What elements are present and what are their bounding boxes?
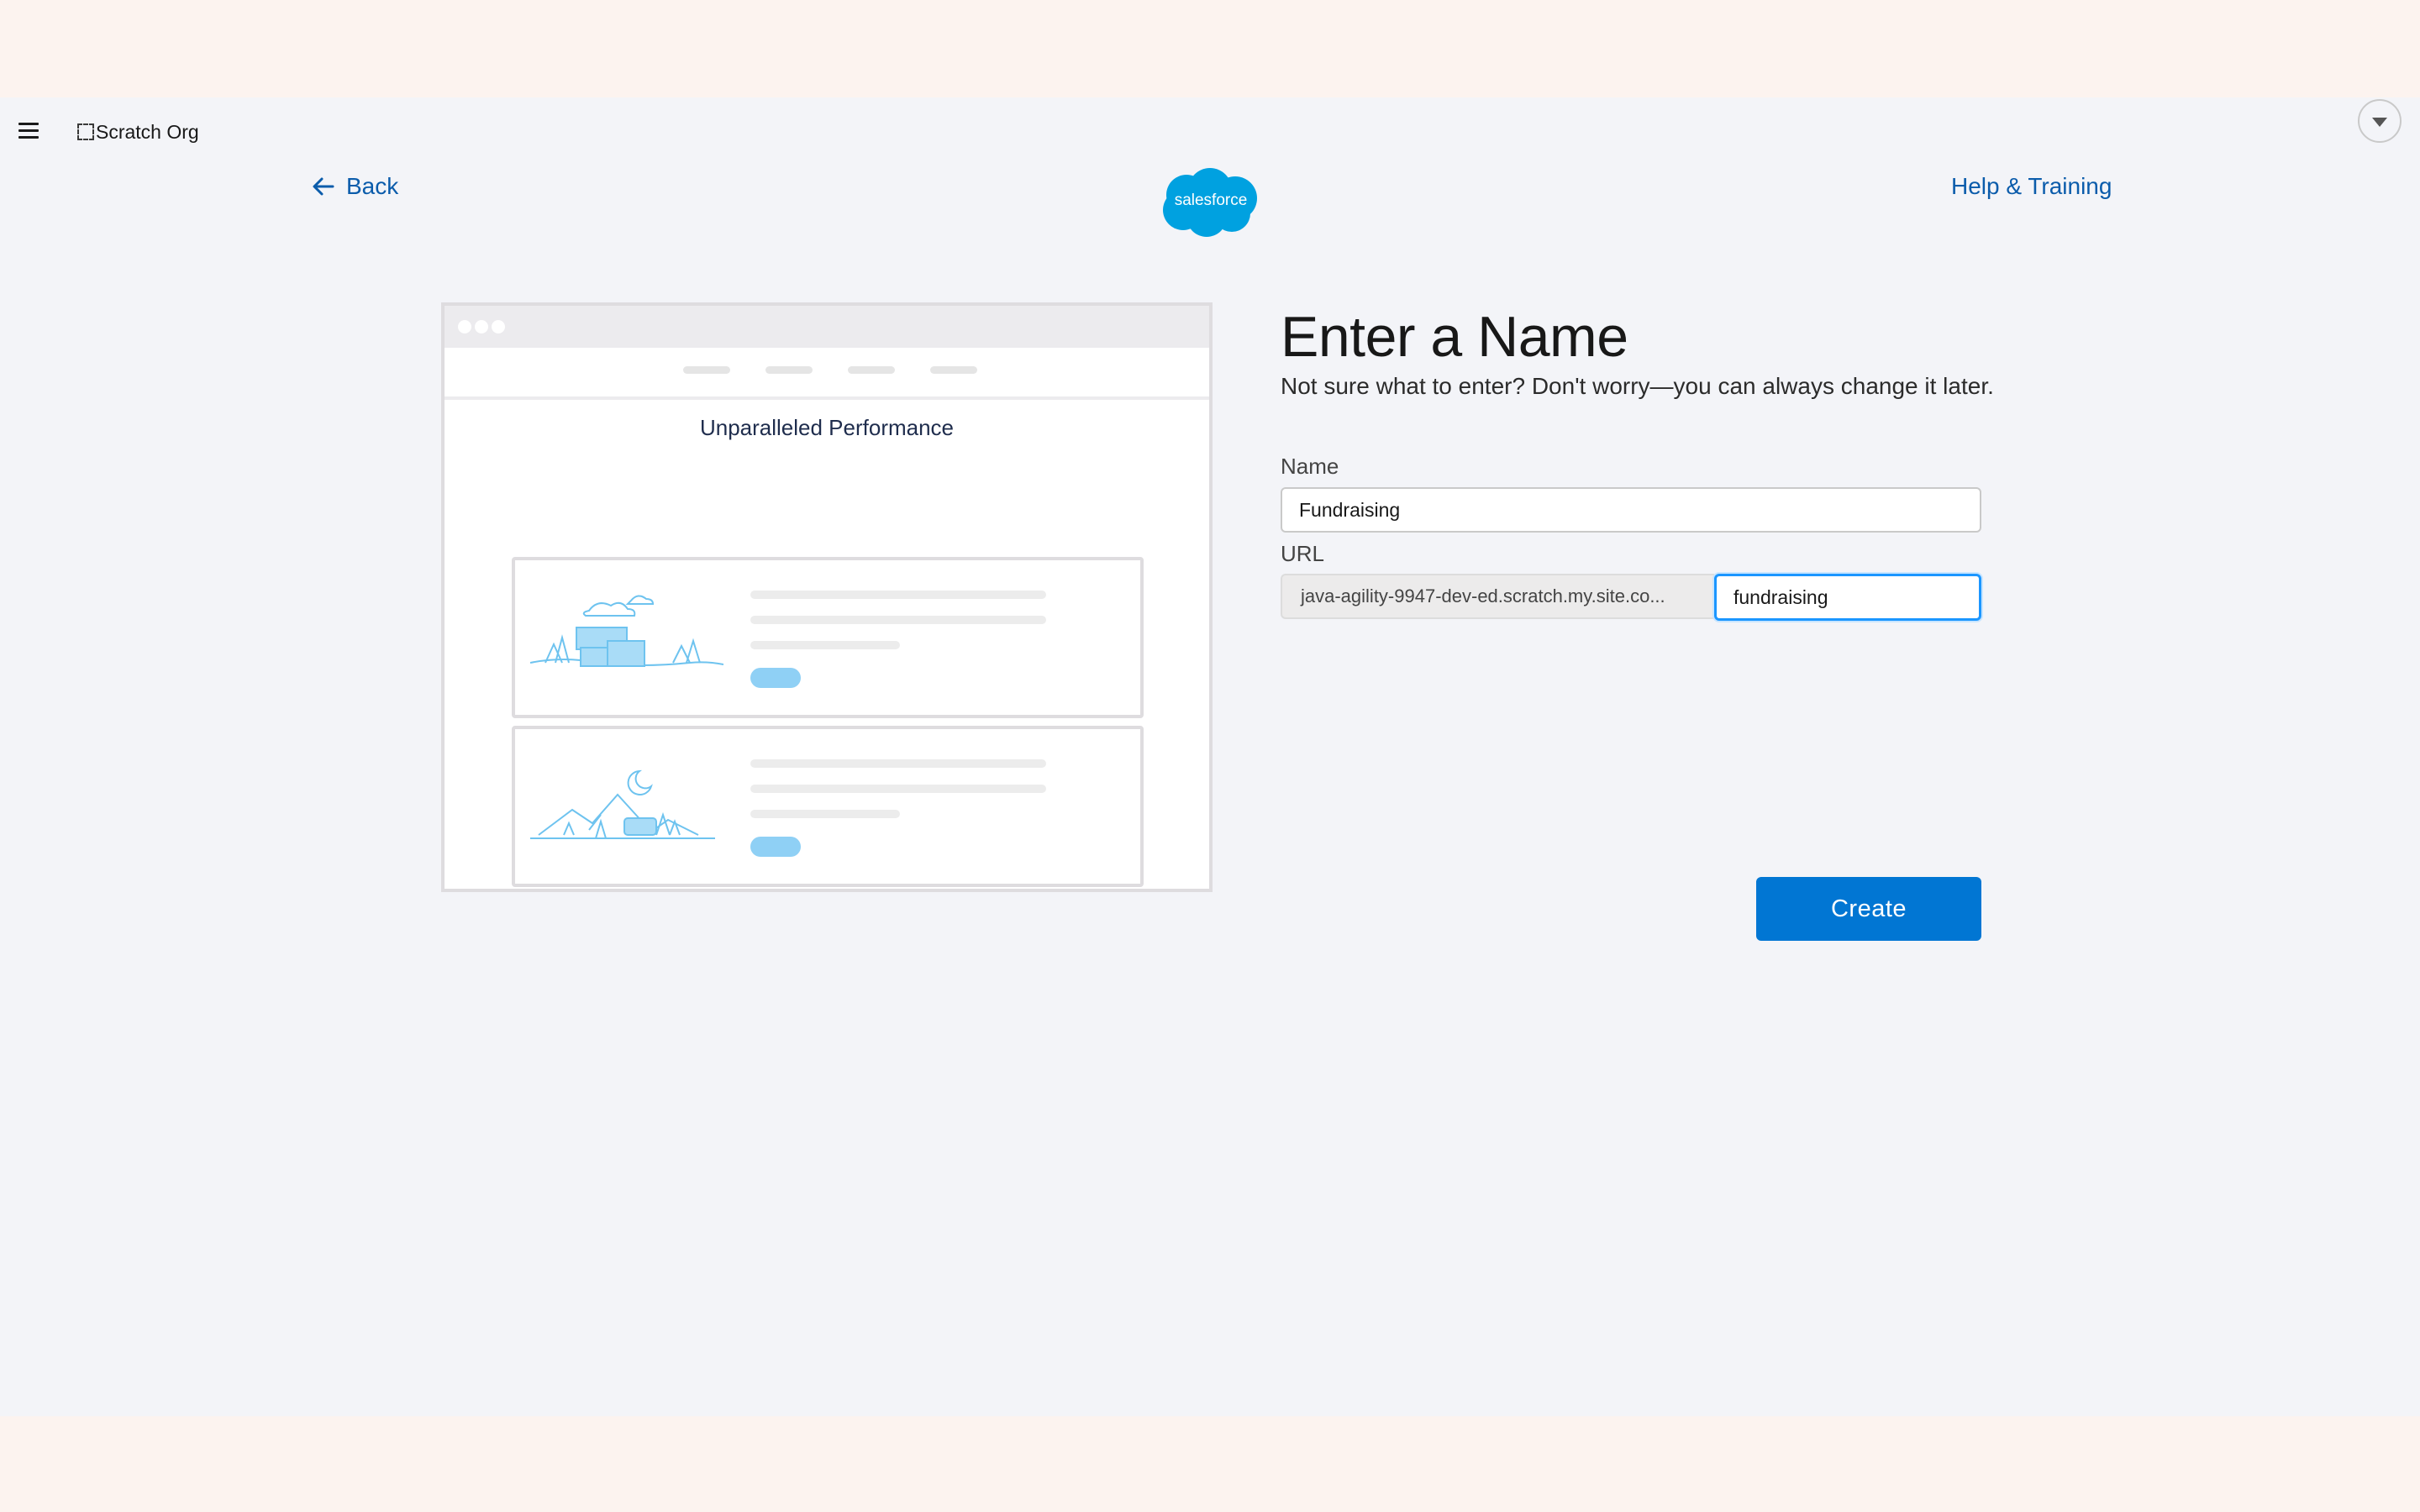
back-link[interactable]: Back xyxy=(313,173,398,200)
url-label: URL xyxy=(1281,541,1325,566)
page-subtitle: Not sure what to enter? Don't worry—you … xyxy=(1281,373,1994,399)
dashed-box-icon xyxy=(77,123,94,140)
help-training-link[interactable]: Help & Training xyxy=(1951,173,2112,200)
menu-icon[interactable] xyxy=(18,123,39,139)
name-label: Name xyxy=(1281,454,1339,479)
org-switcher[interactable]: Scratch Org xyxy=(77,118,199,146)
preview-window-bar xyxy=(445,306,1209,348)
logo-text: salesforce xyxy=(1175,192,1248,209)
mountain-illustration-icon xyxy=(530,769,715,839)
url-prefix: java-agility-9947-dev-ed.scratch.my.site… xyxy=(1281,574,1714,619)
app-container: Scratch Org Back salesforce Help & Train… xyxy=(0,97,2420,1416)
page-title: Enter a Name xyxy=(1281,305,1628,369)
preview-title: Unparalleled Performance xyxy=(699,415,955,440)
org-name: Scratch Org xyxy=(96,120,199,143)
arrow-left-icon xyxy=(313,177,334,196)
landscape-illustration-icon xyxy=(530,595,723,667)
chevron-down-icon[interactable] xyxy=(2358,99,2402,143)
preview-nav xyxy=(445,348,1209,400)
preview-card xyxy=(512,726,1144,887)
salesforce-logo: salesforce xyxy=(1158,166,1264,239)
url-input[interactable] xyxy=(1714,574,1981,621)
back-label: Back xyxy=(346,173,399,199)
name-input[interactable] xyxy=(1281,487,1981,533)
preview-card xyxy=(512,557,1144,718)
create-button[interactable]: Create xyxy=(1756,877,1981,941)
template-preview: Unparalleled Performance xyxy=(441,302,1213,892)
